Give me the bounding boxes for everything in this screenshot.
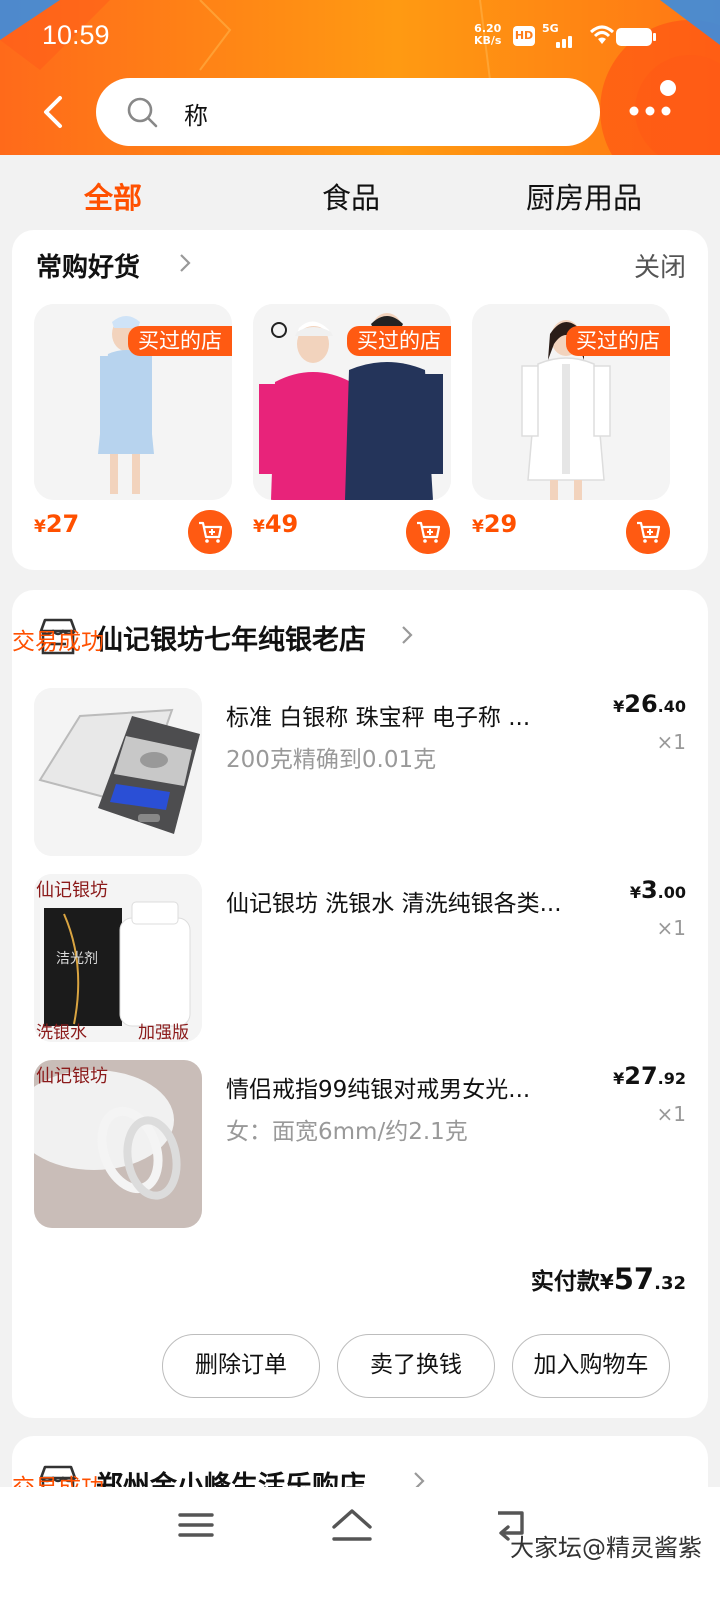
thumb-caption-bottle: 洁光剂 [56, 951, 98, 967]
thumb-caption-top: 仙记银坊 [36, 880, 108, 901]
product-price: ¥3.00 [629, 876, 686, 904]
bought-before-badge: 买过的店 [128, 326, 232, 356]
chevron-right-icon [180, 254, 191, 272]
signal-icon: 5G [542, 22, 574, 48]
product-quantity: ×1 [656, 1102, 686, 1126]
frequent-goods-card: 常购好货 关闭 买过的店 ¥27 买过的店 ¥49 买过的店 ¥29 [12, 230, 708, 570]
product-quantity: ×1 [656, 730, 686, 754]
thumb-caption-left: 洗银水 [36, 1023, 87, 1042]
frequent-item-price: ¥29 [472, 510, 517, 538]
product-thumbnail: 仙记银坊 [34, 1060, 202, 1228]
bought-before-badge: 买过的店 [566, 326, 670, 356]
frequent-item-image[interactable]: 买过的店 [34, 304, 232, 500]
order-product[interactable]: 标准 白银称 珠宝秤 电子称 ... 200克精确到0.01克 ¥26.40 ×… [34, 688, 686, 858]
tab-food[interactable]: 食品 [322, 175, 380, 217]
order-product[interactable]: 仙记银坊 洁光剂 洗银水 加强版 仙记银坊 洗银水 清洗纯银各类... ¥3.0… [34, 874, 686, 1044]
product-thumbnail [34, 688, 202, 856]
product-spec: 女：面宽6mm/约2.1克 [226, 1119, 468, 1145]
bought-before-badge: 买过的店 [347, 326, 451, 356]
search-icon [127, 97, 158, 128]
add-to-cart-icon[interactable] [406, 510, 450, 554]
thumb-caption-right: 加强版 [138, 1023, 189, 1042]
price-value: 29 [483, 510, 518, 538]
status-time: 10:59 [42, 20, 110, 50]
amount-paid: 实付款¥57.32 [531, 1262, 686, 1296]
tab-all[interactable]: 全部 [84, 175, 142, 217]
product-name: 仙记银坊 洗银水 清洗纯银各类... [226, 891, 562, 917]
amount-paid-int: 57 [613, 1262, 655, 1296]
more-menu-icon[interactable] [624, 78, 684, 138]
price-int: 27 [624, 1062, 658, 1090]
currency-symbol: ¥ [34, 517, 46, 537]
product-spec: 200克精确到0.01克 [226, 747, 437, 773]
price-value: 27 [45, 510, 80, 538]
currency-symbol: ¥ [472, 517, 484, 537]
battery-icon [616, 28, 656, 46]
signal-label: 5G [542, 22, 559, 35]
frequent-item-price: ¥49 [253, 510, 298, 538]
frequent-item-price: ¥27 [34, 510, 79, 538]
net-speed-unit: KB/s [474, 34, 502, 47]
add-to-cart-icon[interactable] [188, 510, 232, 554]
thumb-caption-top: 仙记银坊 [36, 1066, 108, 1087]
currency-symbol: ¥ [253, 517, 265, 537]
hd-badge: HD [513, 26, 535, 46]
order-status: 交易成功 [12, 629, 104, 655]
wifi-icon [590, 25, 614, 44]
frequent-goods-title[interactable]: 常购好货 [36, 247, 140, 284]
tab-kitchen[interactable]: 厨房用品 [526, 175, 642, 217]
product-price: ¥26.40 [613, 690, 686, 718]
product-price: ¥27.92 [613, 1062, 686, 1090]
product-quantity: ×1 [656, 916, 686, 940]
amount-paid-label: 实付款 [530, 1269, 600, 1295]
order-product[interactable]: 仙记银坊 情侣戒指99纯银对戒男女光... 女：面宽6mm/约2.1克 ¥27.… [34, 1060, 686, 1230]
amount-paid-dec: .32 [654, 1273, 686, 1294]
price-dec: .40 [657, 697, 686, 716]
product-name: 情侣戒指99纯银对戒男女光... [226, 1077, 531, 1103]
price-value: 49 [264, 510, 299, 538]
delete-order-button[interactable]: 删除订单 [162, 1334, 320, 1398]
frequent-item-image[interactable]: 买过的店 [472, 304, 670, 500]
network-speed: 6.20 KB/s [474, 23, 501, 47]
frequent-item-image[interactable]: 买过的店 [253, 304, 451, 500]
amount-paid-currency: ¥ [599, 1270, 614, 1294]
resell-button[interactable]: 卖了换钱 [337, 1334, 495, 1398]
home-icon[interactable] [330, 1507, 374, 1545]
app-header: 10:59 6.20 KB/s HD 5G 称 [0, 0, 720, 155]
digital-scale-image [34, 688, 202, 856]
status-bar: 10:59 6.20 KB/s HD 5G [0, 0, 720, 75]
price-dec: .00 [657, 883, 686, 902]
search-query[interactable]: 称 [184, 96, 208, 131]
order-card: 仙记银坊七年纯银老店 交易成功 标准 白银称 珠宝秤 电子称 ... 200克精… [12, 590, 708, 1418]
add-to-cart-icon[interactable] [626, 510, 670, 554]
search-bar[interactable]: 称 [96, 78, 600, 146]
price-int: 26 [624, 690, 658, 718]
category-tabs: 全部 食品 厨房用品 [0, 155, 720, 230]
product-thumbnail: 仙记银坊 洁光剂 洗银水 加强版 [34, 874, 202, 1042]
price-int: 3 [640, 876, 658, 904]
close-button[interactable]: 关闭 [634, 247, 686, 284]
watermark-text: 大家坛@精灵酱紫 [510, 1534, 702, 1562]
product-name: 标准 白银称 珠宝秤 电子称 ... [226, 705, 531, 731]
back-button[interactable] [36, 92, 70, 132]
menu-icon[interactable] [178, 1507, 214, 1543]
price-dec: .92 [657, 1069, 686, 1088]
add-to-cart-button[interactable]: 加入购物车 [512, 1334, 670, 1398]
